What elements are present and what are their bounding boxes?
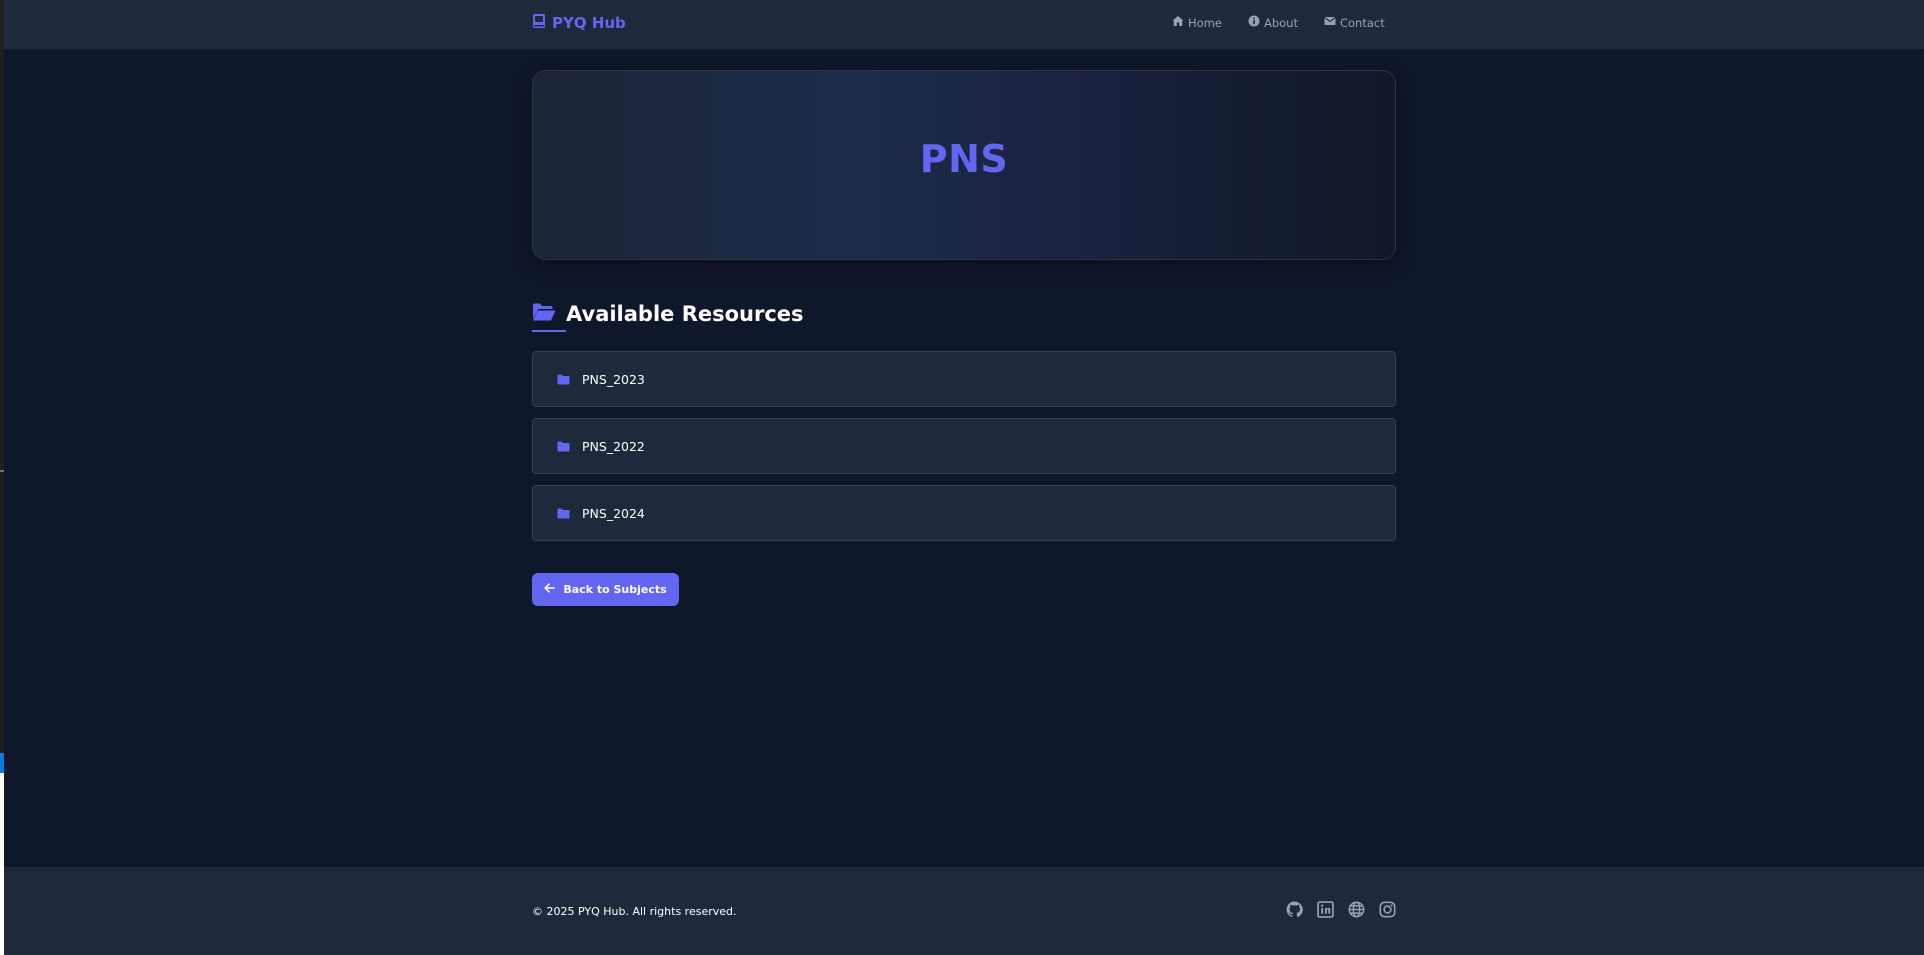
home-icon (1172, 15, 1184, 30)
edge-marker-blue (0, 753, 4, 773)
edge-marker (0, 470, 4, 472)
heading-underline (532, 330, 566, 332)
linkedin-icon[interactable] (1317, 901, 1334, 918)
navbar: PYQ Hub Home About Contact (4, 0, 1924, 49)
arrow-left-icon (544, 583, 556, 596)
back-to-subjects-button[interactable]: Back to Subjects (532, 573, 679, 606)
nav-contact-link[interactable]: Contact (1324, 15, 1385, 30)
resources-heading: Available Resources (532, 302, 804, 326)
nav-home-label: Home (1188, 15, 1222, 30)
resource-item-pns-2022[interactable]: PNS_2022 (532, 418, 1396, 474)
info-icon (1248, 15, 1260, 30)
resource-label: PNS_2024 (582, 505, 645, 521)
folder-icon (557, 504, 570, 523)
resource-label: PNS_2022 (582, 438, 645, 454)
back-button-label: Back to Subjects (563, 583, 667, 596)
nav-links: Home About Contact (1172, 15, 1385, 30)
brand-name: PYQ Hub (552, 14, 626, 32)
book-icon (532, 13, 546, 33)
nav-home-link[interactable]: Home (1172, 15, 1222, 30)
copyright-text: © 2025 PYQ Hub. All rights reserved. (532, 905, 737, 918)
resources-heading-text: Available Resources (566, 302, 804, 326)
instagram-icon[interactable] (1379, 901, 1396, 918)
nav-about-label: About (1263, 15, 1298, 30)
envelope-icon (1324, 15, 1336, 30)
resource-item-pns-2024[interactable]: PNS_2024 (532, 485, 1396, 541)
brand-link[interactable]: PYQ Hub (532, 13, 626, 33)
folder-icon (557, 370, 570, 389)
hero-banner: PNS (532, 70, 1396, 260)
nav-contact-label: Contact (1339, 15, 1385, 30)
github-icon[interactable] (1286, 901, 1303, 918)
page-title: PNS (919, 137, 1009, 181)
globe-icon[interactable] (1348, 901, 1365, 918)
social-links (1286, 901, 1396, 918)
resource-item-pns-2023[interactable]: PNS_2023 (532, 351, 1396, 407)
footer: © 2025 PYQ Hub. All rights reserved. (4, 867, 1924, 955)
folder-open-icon (532, 302, 556, 326)
left-edge-strip (0, 0, 4, 955)
folder-icon (557, 437, 570, 456)
resource-label: PNS_2023 (582, 371, 645, 387)
nav-about-link[interactable]: About (1248, 15, 1298, 30)
